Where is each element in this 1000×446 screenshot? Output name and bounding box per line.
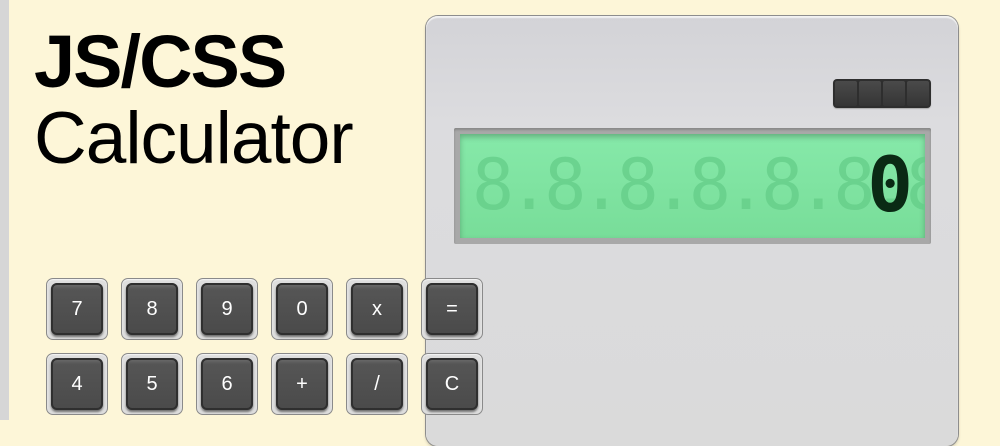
calculator-body: 8.8.8.8.8.8.8.8.8.8. 0	[426, 16, 958, 446]
solar-cell	[859, 81, 881, 106]
key-7[interactable]: 7	[46, 278, 108, 340]
key-label: 9	[201, 283, 253, 335]
key-label: 4	[51, 358, 103, 410]
key-label: 7	[51, 283, 103, 335]
key-label: =	[426, 283, 478, 335]
key-label: 5	[126, 358, 178, 410]
key-clear[interactable]: C	[421, 353, 483, 415]
key-divide[interactable]: /	[346, 353, 408, 415]
key-label: C	[426, 358, 478, 410]
key-label: +	[276, 358, 328, 410]
solar-cell	[835, 81, 857, 106]
solar-cell	[883, 81, 905, 106]
key-plus[interactable]: +	[271, 353, 333, 415]
key-multiply[interactable]: x	[346, 278, 408, 340]
title-line-js-css: JS/CSS	[34, 20, 287, 103]
page-title: JS/CSS Calculator	[34, 20, 354, 179]
key-label: /	[351, 358, 403, 410]
key-equals[interactable]: =	[421, 278, 483, 340]
display-frame: 8.8.8.8.8.8.8.8.8.8. 0	[454, 128, 931, 244]
key-6[interactable]: 6	[196, 353, 258, 415]
key-label: 8	[126, 283, 178, 335]
title-line-calculator: Calculator	[34, 98, 354, 179]
lcd-value: 0	[867, 140, 913, 229]
key-label: x	[351, 283, 403, 335]
left-border-stripe	[0, 0, 9, 420]
keypad: 7 8 9 0 x = 4 5 6 + / C	[46, 278, 483, 415]
solar-cell	[907, 81, 929, 106]
solar-panel	[833, 79, 931, 108]
key-8[interactable]: 8	[121, 278, 183, 340]
key-0[interactable]: 0	[271, 278, 333, 340]
key-label: 6	[201, 358, 253, 410]
key-label: 0	[276, 283, 328, 335]
lcd-display: 8.8.8.8.8.8.8.8.8.8. 0	[460, 134, 925, 238]
key-4[interactable]: 4	[46, 353, 108, 415]
key-9[interactable]: 9	[196, 278, 258, 340]
lcd-ghost-digits: 8.8.8.8.8.8.8.8.8.8.	[472, 144, 925, 226]
key-5[interactable]: 5	[121, 353, 183, 415]
